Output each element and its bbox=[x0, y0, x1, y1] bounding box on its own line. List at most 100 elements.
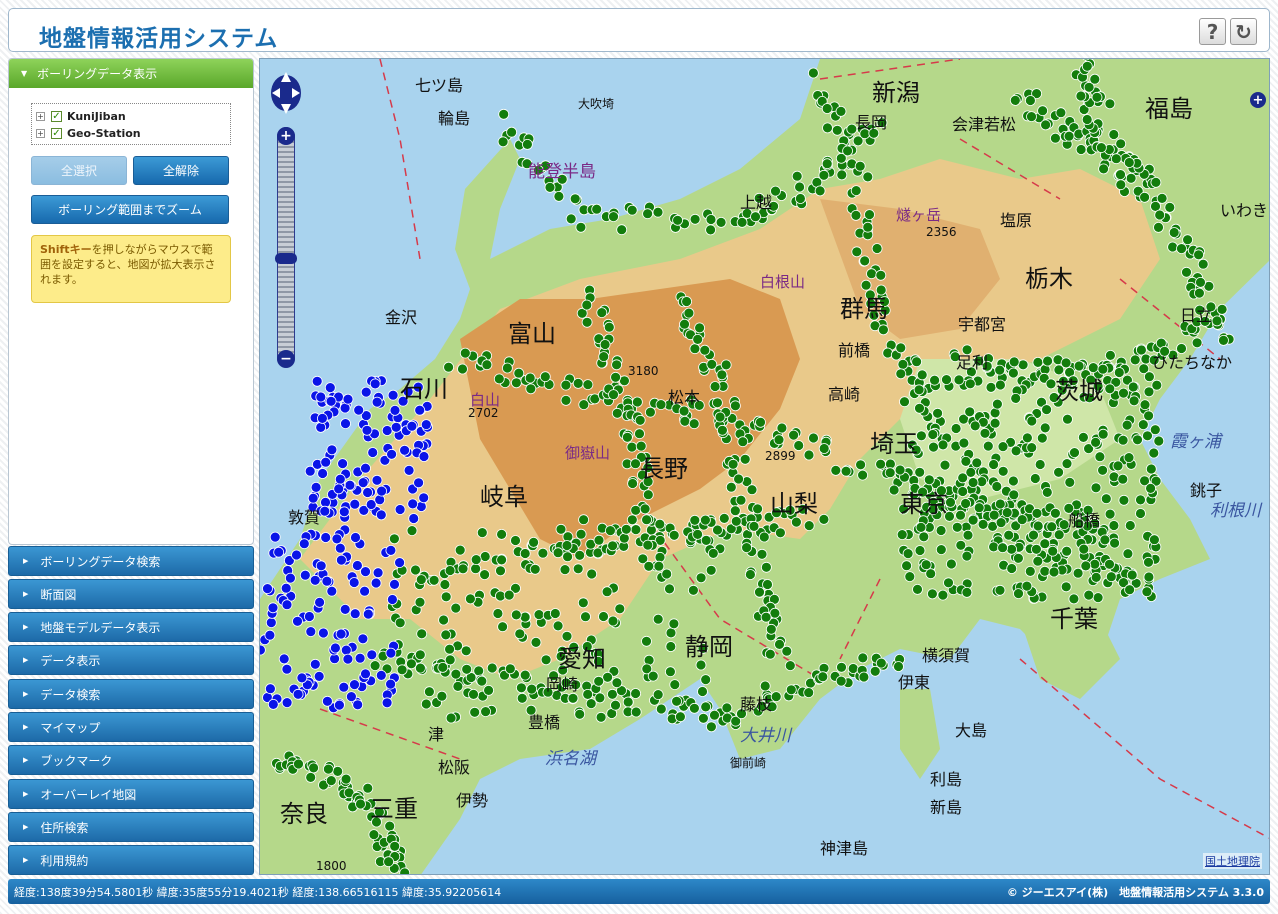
boring-point[interactable] bbox=[406, 420, 418, 432]
boring-point[interactable] bbox=[367, 447, 379, 458]
boring-point[interactable] bbox=[977, 518, 989, 530]
boring-point[interactable] bbox=[995, 379, 1006, 391]
boring-point[interactable] bbox=[687, 584, 699, 596]
boring-point[interactable] bbox=[859, 255, 871, 267]
boring-point[interactable] bbox=[721, 702, 733, 714]
map-view[interactable]: 新潟 福島 群馬 栃木 茨城 石川 富山 長野 埼玉 岐阜 山梨 東京 静岡 愛… bbox=[259, 58, 1270, 875]
boring-point[interactable] bbox=[338, 506, 350, 518]
boring-point[interactable] bbox=[669, 679, 681, 690]
boring-point[interactable] bbox=[739, 453, 751, 465]
boring-point[interactable] bbox=[985, 381, 997, 393]
boring-point[interactable] bbox=[281, 599, 293, 611]
boring-point[interactable] bbox=[716, 424, 728, 436]
boring-point[interactable] bbox=[897, 358, 909, 370]
boring-point[interactable] bbox=[338, 681, 350, 693]
boring-point[interactable] bbox=[394, 504, 406, 515]
boring-point[interactable] bbox=[943, 577, 954, 589]
boring-point[interactable] bbox=[1010, 445, 1022, 457]
boring-point[interactable] bbox=[361, 424, 373, 436]
boring-point[interactable] bbox=[524, 372, 536, 384]
boring-point[interactable] bbox=[310, 481, 322, 493]
boring-point[interactable] bbox=[862, 221, 874, 233]
boring-point[interactable] bbox=[607, 540, 619, 552]
boring-point[interactable] bbox=[840, 465, 852, 477]
boring-point[interactable] bbox=[1060, 357, 1072, 369]
boring-point[interactable] bbox=[493, 373, 505, 385]
boring-point[interactable] bbox=[901, 560, 912, 572]
boring-point[interactable] bbox=[418, 451, 430, 462]
boring-point[interactable] bbox=[925, 568, 937, 580]
boring-point[interactable] bbox=[746, 484, 758, 496]
boring-point[interactable] bbox=[445, 712, 457, 724]
boring-point[interactable] bbox=[1017, 359, 1029, 371]
boring-point[interactable] bbox=[304, 611, 315, 622]
boring-point[interactable] bbox=[313, 671, 325, 682]
boring-point[interactable] bbox=[1096, 142, 1107, 153]
boring-point[interactable] bbox=[1117, 473, 1129, 485]
zoom-to-boring-extent-button[interactable]: ボーリング範囲までズーム bbox=[31, 195, 229, 224]
boring-point[interactable] bbox=[381, 697, 393, 709]
boring-point[interactable] bbox=[741, 542, 753, 554]
boring-point[interactable] bbox=[1167, 241, 1178, 253]
boring-point[interactable] bbox=[307, 492, 319, 504]
boring-point[interactable] bbox=[857, 469, 868, 481]
boring-point[interactable] bbox=[562, 551, 574, 563]
boring-point[interactable] bbox=[679, 415, 691, 427]
boring-point[interactable] bbox=[399, 444, 411, 456]
boring-point[interactable] bbox=[888, 484, 900, 496]
boring-point[interactable] bbox=[450, 668, 462, 680]
boring-point[interactable] bbox=[875, 657, 887, 669]
boring-point[interactable] bbox=[388, 533, 400, 545]
boring-point[interactable] bbox=[390, 421, 402, 433]
boring-point[interactable] bbox=[1099, 534, 1111, 546]
boring-point[interactable] bbox=[369, 378, 381, 390]
boring-point[interactable] bbox=[444, 643, 456, 655]
boring-point[interactable] bbox=[521, 139, 533, 150]
boring-point[interactable] bbox=[1040, 119, 1051, 131]
boring-point[interactable] bbox=[1121, 419, 1133, 431]
boring-point[interactable] bbox=[961, 550, 973, 562]
boring-point[interactable] bbox=[1100, 493, 1112, 505]
boring-point[interactable] bbox=[1042, 355, 1053, 367]
boring-point[interactable] bbox=[280, 582, 292, 594]
boring-point[interactable] bbox=[730, 515, 742, 527]
boring-point[interactable] bbox=[585, 698, 597, 709]
boring-point[interactable] bbox=[369, 660, 381, 671]
layer-checkbox-geo-station[interactable]: ✓ bbox=[51, 128, 62, 139]
boring-point[interactable] bbox=[705, 721, 717, 733]
boring-point[interactable] bbox=[1115, 179, 1127, 191]
boring-point[interactable] bbox=[1006, 563, 1018, 574]
boring-point[interactable] bbox=[608, 211, 619, 223]
boring-point[interactable] bbox=[1108, 471, 1120, 483]
boring-point[interactable] bbox=[416, 628, 428, 640]
boring-point[interactable] bbox=[495, 565, 506, 577]
boring-point[interactable] bbox=[850, 185, 862, 197]
boring-point[interactable] bbox=[308, 762, 319, 774]
boring-point[interactable] bbox=[1195, 276, 1206, 288]
boring-point[interactable] bbox=[756, 548, 768, 560]
boring-point[interactable] bbox=[1061, 545, 1073, 557]
boring-point[interactable] bbox=[1132, 434, 1143, 446]
boring-point[interactable] bbox=[878, 324, 889, 336]
boring-point[interactable] bbox=[464, 593, 476, 605]
boring-point[interactable] bbox=[622, 696, 634, 708]
boring-point[interactable] bbox=[776, 422, 788, 434]
boring-point[interactable] bbox=[418, 492, 430, 504]
expand-icon[interactable]: + bbox=[36, 112, 45, 121]
boring-point[interactable] bbox=[330, 642, 341, 654]
boring-point[interactable] bbox=[953, 374, 965, 386]
boring-point[interactable] bbox=[405, 658, 417, 670]
boring-point[interactable] bbox=[352, 699, 364, 711]
boring-point[interactable] bbox=[481, 359, 493, 371]
boring-point[interactable] bbox=[578, 514, 590, 526]
boring-point[interactable] bbox=[1122, 548, 1134, 560]
boring-point[interactable] bbox=[321, 575, 333, 587]
boring-point[interactable] bbox=[875, 269, 887, 281]
boring-point[interactable] bbox=[357, 477, 369, 489]
boring-point[interactable] bbox=[575, 528, 587, 540]
boring-point[interactable] bbox=[269, 531, 281, 543]
boring-point[interactable] bbox=[962, 529, 974, 541]
boring-point[interactable] bbox=[683, 307, 695, 319]
boring-point[interactable] bbox=[414, 596, 426, 608]
boring-point[interactable] bbox=[932, 407, 943, 419]
